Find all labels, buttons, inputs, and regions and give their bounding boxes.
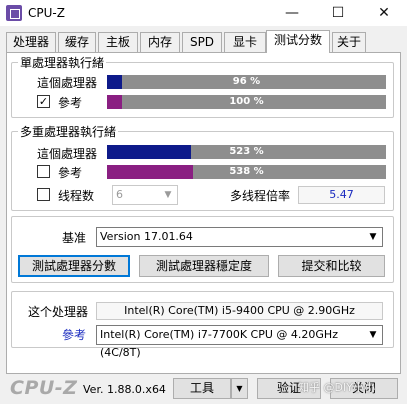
reference-processor-value: Intel(R) Core(TM) i7-7700K CPU @ 4.20GHz… bbox=[100, 328, 338, 359]
threads-chevron-down-icon: ▼ bbox=[164, 190, 172, 200]
benchmark-group: 基准 Version 17.01.64 ▼ 測試處理器分數 測試處理器穩定度 提… bbox=[11, 216, 394, 283]
single-ref-label: 參考 bbox=[58, 96, 83, 110]
benchmark-version-value: Version 17.01.64 bbox=[100, 230, 193, 243]
minimize-button[interactable]: — bbox=[269, 0, 315, 26]
tab-graphics[interactable]: 显卡 bbox=[224, 32, 266, 52]
close-window-button[interactable]: ✕ bbox=[361, 0, 407, 26]
reference-processor-select[interactable]: Intel(R) Core(TM) i7-7700K CPU @ 4.20GHz… bbox=[96, 325, 383, 359]
maximize-button[interactable]: ☐ bbox=[315, 0, 361, 26]
single-this-bar: 96 % bbox=[107, 75, 386, 89]
multithread-ratio-value: 5.47 bbox=[298, 186, 385, 204]
tab-mainboard[interactable]: 主板 bbox=[98, 32, 138, 52]
bench-panel: 單處理器執行緒 這個處理器 96 % ✓ 參考 100 % 多重處理器執行緒 這… bbox=[6, 52, 401, 374]
tab-memory[interactable]: 内存 bbox=[140, 32, 180, 52]
cpuz-logo: CPU-Z bbox=[10, 377, 78, 399]
multi-this-bar: 523 % bbox=[107, 145, 386, 159]
single-ref-bar: 100 % bbox=[107, 95, 386, 109]
tab-strip: 处理器 缓存 主板 内存 SPD 显卡 测试分数 关于 bbox=[6, 30, 406, 53]
this-processor-value: Intel(R) Core(TM) i5-9400 CPU @ 2.90GHz bbox=[96, 302, 383, 320]
multi-ref-label: 參考 bbox=[58, 166, 83, 180]
this-processor-label: 这个处理器 bbox=[28, 305, 89, 319]
threads-checkbox[interactable] bbox=[37, 188, 50, 201]
multi-thread-title: 多重處理器執行緒 bbox=[18, 123, 119, 140]
multi-this-label: 這個處理器 bbox=[37, 147, 98, 161]
processor-group: 这个处理器 Intel(R) Core(TM) i5-9400 CPU @ 2.… bbox=[11, 291, 394, 359]
single-thread-title: 單處理器執行緒 bbox=[18, 54, 107, 71]
threads-select[interactable]: 6 ▼ bbox=[112, 185, 178, 205]
tools-button[interactable]: 工具 bbox=[173, 378, 231, 399]
tab-bench[interactable]: 测试分数 bbox=[266, 30, 330, 53]
multithread-ratio-label: 多线程倍率 bbox=[230, 189, 291, 203]
multi-this-value: 523 % bbox=[229, 146, 264, 157]
single-this-label: 這個處理器 bbox=[37, 76, 98, 90]
benchmark-label: 基准 bbox=[62, 231, 87, 245]
title-bar: CPU-Z — ☐ ✕ bbox=[0, 0, 407, 26]
tab-processor[interactable]: 处理器 bbox=[6, 32, 56, 52]
benchmark-version-select[interactable]: Version 17.01.64 ▼ bbox=[96, 227, 383, 247]
multi-ref-checkbox[interactable] bbox=[37, 165, 50, 178]
bench-cpu-button[interactable]: 測試處理器分數 bbox=[18, 255, 130, 277]
version-chevron-down-icon: ▼ bbox=[369, 232, 377, 242]
multi-ref-value: 538 % bbox=[229, 166, 264, 177]
stress-cpu-button[interactable]: 測試處理器穩定度 bbox=[139, 255, 269, 277]
watermark-text: 知乎 @DIY小小 bbox=[298, 381, 375, 394]
reference-chevron-down-icon: ▼ bbox=[369, 330, 377, 340]
single-ref-checkbox[interactable]: ✓ bbox=[37, 95, 50, 108]
single-this-value: 96 % bbox=[232, 76, 261, 87]
cpuz-app-icon bbox=[6, 5, 22, 21]
threads-label: 线程数 bbox=[58, 189, 95, 203]
tools-label: 工具 bbox=[189, 381, 214, 395]
version-text: Ver. 1.88.0.x64 bbox=[83, 383, 166, 396]
cpuz-window: CPU-Z — ☐ ✕ 处理器 缓存 主板 内存 SPD 显卡 测试分数 关于 … bbox=[0, 0, 407, 404]
window-title: CPU-Z bbox=[28, 6, 65, 20]
tools-dropdown-button[interactable]: ▼ bbox=[231, 378, 248, 399]
multi-ref-bar: 538 % bbox=[107, 165, 386, 179]
reference-label: 參考 bbox=[62, 328, 87, 342]
tab-spd[interactable]: SPD bbox=[182, 32, 222, 52]
tab-about[interactable]: 关于 bbox=[332, 32, 366, 52]
tools-chevron-down-icon: ▼ bbox=[236, 384, 243, 393]
multi-thread-group: 多重處理器執行緒 這個處理器 523 % 參考 538 % 线程数 6 ▼ 多线… bbox=[11, 123, 394, 211]
threads-value: 6 bbox=[116, 188, 123, 201]
submit-compare-button[interactable]: 提交和比较 bbox=[278, 255, 385, 277]
single-ref-value: 100 % bbox=[229, 96, 264, 107]
single-thread-group: 單處理器執行緒 這個處理器 96 % ✓ 參考 100 % bbox=[11, 54, 394, 118]
tab-cache[interactable]: 缓存 bbox=[58, 32, 96, 52]
